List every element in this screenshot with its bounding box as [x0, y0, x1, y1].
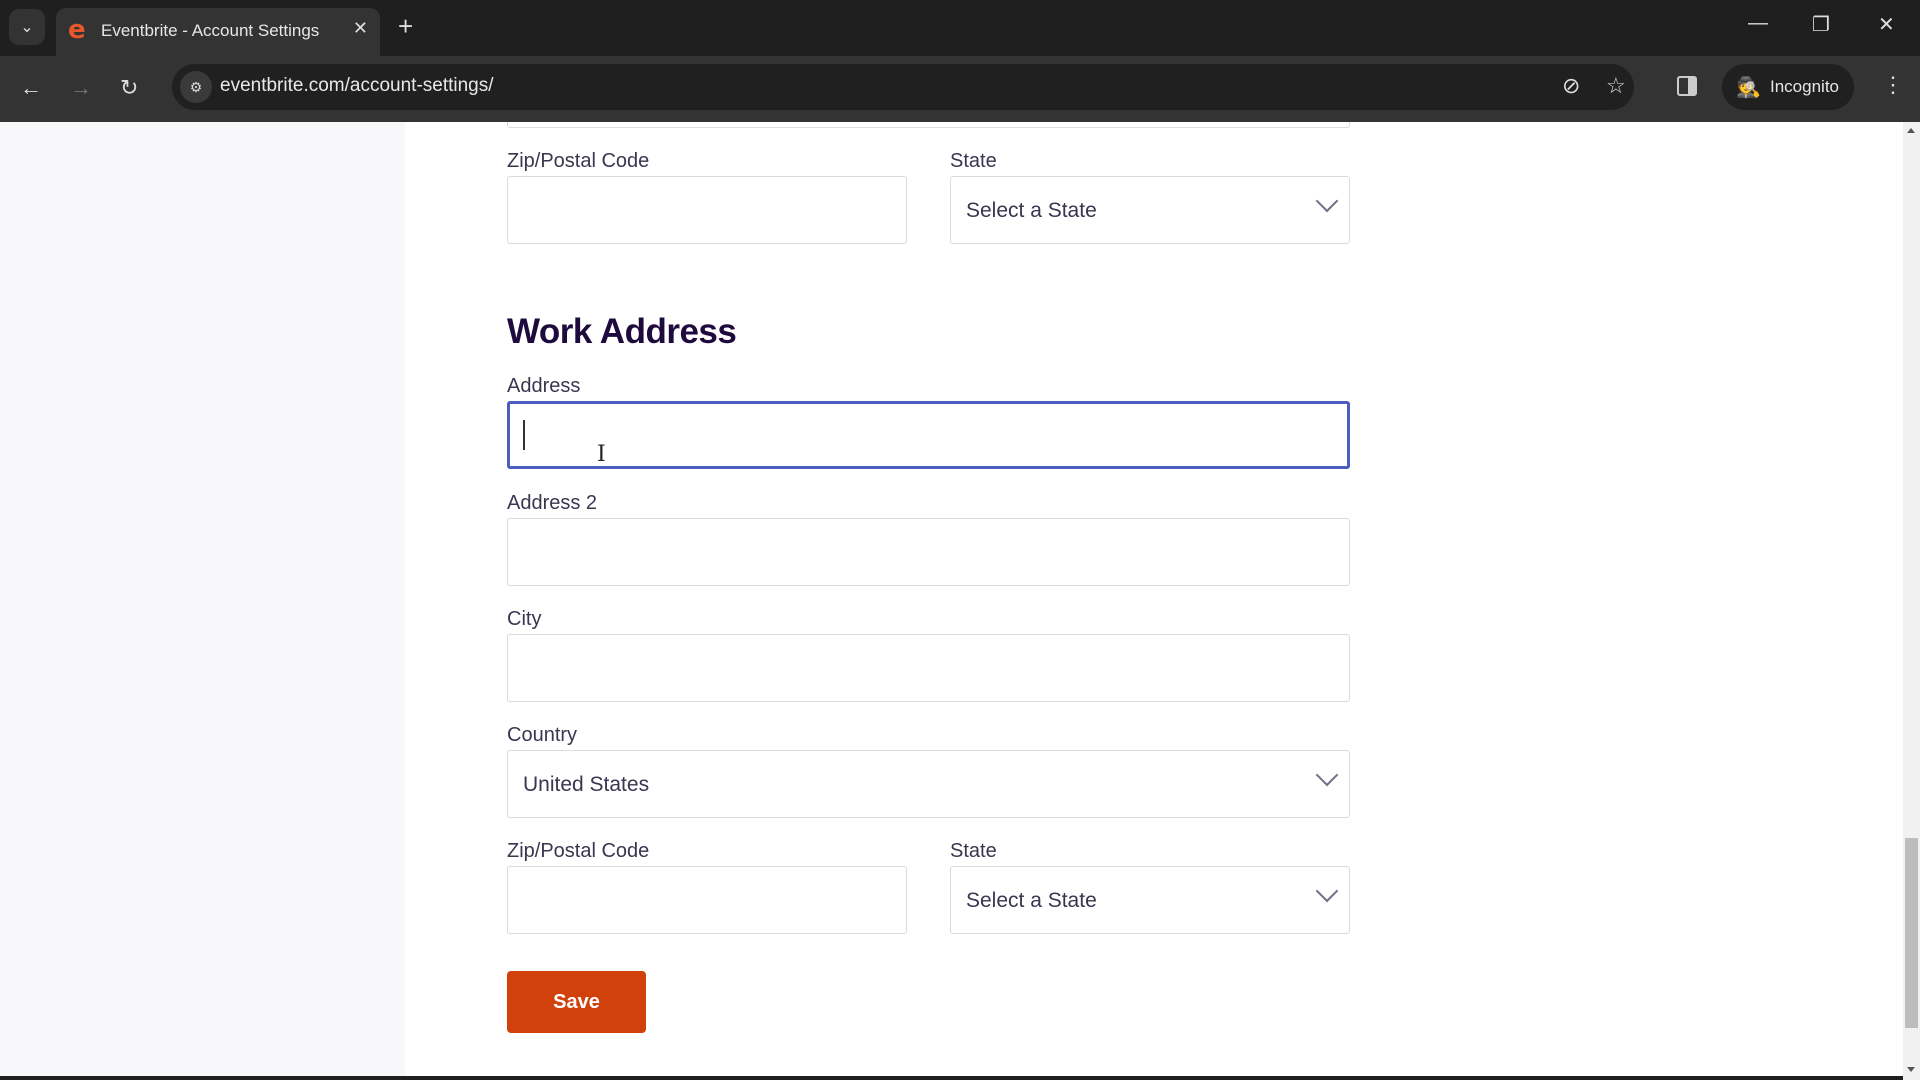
- scroll-down-arrow-icon[interactable]: [1907, 1067, 1915, 1072]
- home-state-select[interactable]: Select a State: [950, 176, 1350, 244]
- tab-search-button[interactable]: ⌄: [9, 9, 45, 45]
- chevron-down-icon: [1315, 879, 1339, 903]
- restore-icon[interactable]: ❐: [1812, 12, 1830, 37]
- work-address-input[interactable]: I: [507, 401, 1350, 469]
- work-address-label: Address: [507, 375, 581, 397]
- home-state-label: State: [950, 150, 997, 172]
- minimize-icon[interactable]: —: [1748, 12, 1768, 35]
- eye-off-icon[interactable]: ⊘: [1562, 73, 1580, 99]
- close-window-icon[interactable]: ✕: [1878, 12, 1895, 37]
- url-text[interactable]: eventbrite.com/account-settings/: [220, 75, 494, 97]
- page-content: Zip/Postal Code State Select a State Wor…: [0, 122, 1903, 1080]
- tab-bar: ⌄ e Eventbrite - Account Settings ✕ + — …: [0, 0, 1920, 56]
- back-icon[interactable]: ←: [20, 74, 42, 102]
- work-country-label: Country: [507, 724, 578, 746]
- home-state-value: Select a State: [966, 199, 1097, 222]
- new-tab-button[interactable]: +: [398, 12, 413, 40]
- scroll-up-arrow-icon[interactable]: [1907, 128, 1915, 133]
- work-state-select[interactable]: Select a State: [950, 866, 1350, 934]
- bookmark-star-icon[interactable]: ☆: [1606, 73, 1626, 99]
- work-address-heading: Work Address: [507, 312, 737, 351]
- text-caret: [523, 420, 525, 450]
- incognito-label: Incognito: [1770, 77, 1839, 96]
- address-bar[interactable]: ⚙ eventbrite.com/account-settings/ ⊘ ☆: [172, 64, 1634, 110]
- work-address2-label: Address 2: [507, 492, 598, 514]
- work-country-select[interactable]: United States: [507, 750, 1350, 818]
- browser-toolbar: ← → ↻ ⚙ eventbrite.com/account-settings/…: [0, 56, 1920, 122]
- country-field-home[interactable]: [507, 122, 1350, 128]
- reload-icon[interactable]: ↻: [120, 74, 138, 102]
- work-country-value: United States: [523, 773, 650, 796]
- save-button[interactable]: Save: [507, 971, 646, 1033]
- work-city-input[interactable]: [507, 634, 1350, 702]
- incognito-badge[interactable]: 🕵 Incognito: [1722, 64, 1854, 110]
- eventbrite-favicon-icon: e: [68, 15, 86, 45]
- page-scrollbar[interactable]: [1903, 122, 1920, 1080]
- tab-title: Eventbrite - Account Settings: [101, 21, 320, 40]
- taskbar-edge: [0, 1076, 1903, 1080]
- work-city-label: City: [507, 608, 542, 630]
- text-cursor-icon: I: [597, 442, 606, 467]
- scrollbar-thumb[interactable]: [1905, 838, 1918, 1028]
- forward-icon[interactable]: →: [70, 74, 92, 102]
- home-zip-label: Zip/Postal Code: [507, 150, 650, 172]
- tab-eventbrite-account-settings[interactable]: e Eventbrite - Account Settings ✕: [56, 8, 380, 56]
- chevron-down-icon: ⌄: [20, 19, 34, 36]
- incognito-icon: 🕵: [1736, 77, 1761, 99]
- tab-close-icon[interactable]: ✕: [353, 18, 368, 39]
- chevron-down-icon: [1315, 763, 1339, 787]
- work-address2-input[interactable]: [507, 518, 1350, 586]
- left-sidebar-panel: [0, 122, 405, 1080]
- work-zip-label: Zip/Postal Code: [507, 840, 650, 862]
- work-state-value: Select a State: [966, 889, 1097, 912]
- home-zip-input[interactable]: [507, 176, 907, 244]
- work-zip-input[interactable]: [507, 866, 907, 934]
- side-panel-icon[interactable]: [1677, 76, 1697, 96]
- chevron-down-icon: [1315, 189, 1339, 213]
- work-state-label: State: [950, 840, 997, 862]
- more-menu-icon[interactable]: ⋮: [1882, 72, 1904, 98]
- site-info-icon[interactable]: ⚙: [180, 71, 212, 103]
